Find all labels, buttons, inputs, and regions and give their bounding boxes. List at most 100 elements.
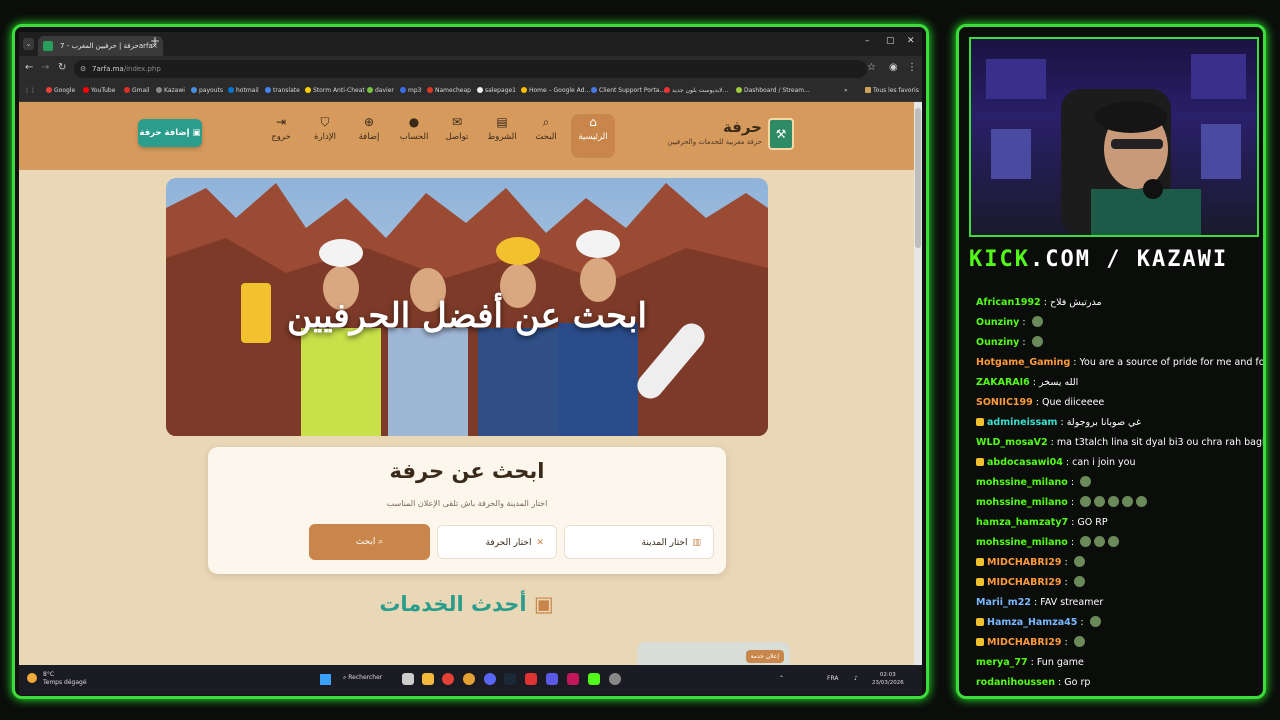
chat-username[interactable]: Hotgame_Gaming: [976, 357, 1070, 368]
back-button[interactable]: ←: [25, 62, 33, 73]
discord-icon[interactable]: [484, 673, 496, 685]
chat-username[interactable]: Ounziny: [976, 317, 1019, 328]
chat-username[interactable]: Ounziny: [976, 337, 1019, 348]
chat-username[interactable]: Marii_m22: [976, 597, 1031, 608]
volume-icon[interactable]: ♪: [854, 675, 858, 682]
bookmark-hotmail[interactable]: hotmail: [228, 87, 259, 94]
taskbar-search[interactable]: ⌕ Rechercher: [343, 674, 382, 682]
bookmark-storm[interactable]: Storm Anti-Cheat: [305, 87, 365, 94]
file-explorer-icon[interactable]: [422, 673, 434, 685]
service-card[interactable]: إعلان خدمة: [637, 642, 790, 665]
new-tab-button[interactable]: +: [150, 34, 160, 48]
bookmark-mp3[interactable]: mp3: [400, 87, 421, 94]
bookmark-youtube[interactable]: YouTube: [83, 87, 115, 94]
close-window-button[interactable]: ✕: [907, 36, 915, 46]
home-icon: ⌂: [589, 115, 597, 129]
bookmark-arabic[interactable]: لابديوست بلون جديد...: [664, 87, 728, 94]
bookmark-client-support[interactable]: Client Support Porta...: [591, 87, 665, 94]
bookmark-google[interactable]: Google: [46, 87, 75, 94]
city-select[interactable]: اختار المدينة ▥: [564, 525, 714, 559]
chat-username[interactable]: rodanihoussen: [976, 677, 1055, 688]
chat-username[interactable]: Hamza_Hamza45: [987, 617, 1077, 628]
nav-logout[interactable]: ⇥ خروج: [259, 114, 303, 158]
system-clock[interactable]: 02:03 23/03/2026: [872, 671, 904, 687]
all-bookmarks-folder[interactable]: Tous les favoris: [865, 87, 919, 94]
latest-services-heading: أحدث الخدمات ▣: [379, 592, 554, 616]
bookmark-translate[interactable]: translate: [265, 87, 300, 94]
tab-active[interactable]: ‏حرفة | حرفيين المغرب - 7arfa ×: [38, 36, 163, 56]
nav-search[interactable]: ⌕ البحث: [524, 114, 568, 158]
chat-username[interactable]: hamza_hamzaty7: [976, 517, 1068, 528]
emote-icon: [1089, 616, 1101, 627]
chat-username[interactable]: mohssine_milano: [976, 477, 1068, 488]
app-icon[interactable]: [588, 673, 600, 685]
search-icon: ⌕: [378, 537, 384, 547]
start-button[interactable]: [320, 674, 331, 685]
nav-contact[interactable]: ✉ تواصل: [435, 114, 479, 158]
app-icon[interactable]: [525, 673, 537, 685]
nav-account[interactable]: ● الحساب: [392, 114, 436, 158]
site-brand[interactable]: ⚒ حرفة حرفة مغربية للخدمات والحرفيين: [667, 116, 794, 156]
chat-username[interactable]: mohssine_milano: [976, 537, 1068, 548]
menu-icon[interactable]: ⋮: [907, 62, 917, 73]
steam-icon[interactable]: [504, 673, 516, 685]
add-craft-button[interactable]: إضافة حرفة ▣: [138, 119, 202, 147]
weather-widget[interactable]: 8°C Temps dégagé: [27, 671, 87, 687]
chrome-icon[interactable]: [442, 673, 454, 685]
chat-username[interactable]: WLD_mosaV2: [976, 437, 1048, 448]
more-bookmarks-icon[interactable]: »: [844, 87, 848, 94]
extensions-icon[interactable]: ◉: [889, 62, 898, 73]
scroll-thumb[interactable]: [915, 108, 921, 248]
tab-list-button[interactable]: ⌄: [23, 38, 34, 50]
bookmark-payouts[interactable]: payouts: [191, 87, 223, 94]
craft-select[interactable]: اختار الحرفة ✕: [437, 525, 557, 559]
emote-icon: [1031, 316, 1043, 327]
chat-username[interactable]: merya_77: [976, 657, 1028, 668]
bookmark-google-ads[interactable]: Home – Google Ad...: [521, 87, 590, 94]
chat-username[interactable]: MIDCHABRI29: [987, 577, 1061, 588]
bookmark-dashboard[interactable]: Dashboard / Stream...: [736, 87, 810, 94]
nav-admin[interactable]: ⛉ الإدارة: [303, 114, 347, 158]
bookmark-kazawi[interactable]: Kazawi: [156, 87, 185, 94]
apps-icon[interactable]: ⋮⋮: [24, 87, 36, 94]
chat-separator: :: [1032, 397, 1042, 408]
search-button[interactable]: ابحث ⌕: [309, 524, 430, 560]
minimize-button[interactable]: –: [865, 36, 870, 46]
chat-message: mohssine_milano :: [976, 533, 1263, 553]
bookmark-namecheap[interactable]: Namecheap: [427, 87, 471, 94]
chat-username[interactable]: abdocasawi04: [987, 457, 1063, 468]
chat-separator: :: [1067, 497, 1078, 508]
nav-add[interactable]: ⊕ إضافة: [347, 114, 391, 158]
shield-icon: ⛉: [320, 115, 330, 129]
chat-username[interactable]: admineissam: [987, 417, 1057, 428]
page-scrollbar[interactable]: [914, 102, 922, 665]
nav-home[interactable]: ⌂ الرئيسية: [571, 114, 615, 158]
bookmark-gmail[interactable]: Gmail: [124, 87, 150, 94]
bookmark-davier[interactable]: davier: [367, 87, 394, 94]
chat-username[interactable]: ZAKARAI6: [976, 377, 1030, 388]
task-view-icon[interactable]: [402, 673, 414, 685]
nav-terms[interactable]: ▤ الشروط: [480, 114, 524, 158]
reload-button[interactable]: ↻: [58, 62, 66, 73]
tray-chevron-icon[interactable]: ⌃: [779, 675, 784, 682]
chat-username[interactable]: SONIIC199: [976, 397, 1033, 408]
chat-message: mohssine_milano :: [976, 473, 1263, 493]
app-icon[interactable]: [609, 673, 621, 685]
chat-username[interactable]: African1992: [976, 297, 1041, 308]
emote-icon: [1122, 496, 1134, 507]
url-field[interactable]: ⚙ 7arfa.ma/index.php: [74, 60, 867, 78]
bookmark-salepage[interactable]: salepage1: [477, 87, 516, 94]
language-indicator[interactable]: FRA: [827, 675, 838, 682]
chrome-profile-icon[interactable]: [463, 673, 475, 685]
chat-username[interactable]: mohssine_milano: [976, 497, 1068, 508]
bookmark-star-icon[interactable]: ☆: [867, 62, 876, 73]
app-icon[interactable]: [567, 673, 579, 685]
forward-button[interactable]: →: [41, 62, 49, 73]
tools-icon: ✕: [536, 538, 544, 548]
chat-username[interactable]: MIDCHABRI29: [987, 557, 1061, 568]
app-icon[interactable]: [546, 673, 558, 685]
chat-username[interactable]: MIDCHABRI29: [987, 637, 1061, 648]
maximize-button[interactable]: ▢: [886, 36, 895, 46]
site-info-icon[interactable]: ⚙: [80, 60, 86, 78]
chat-text: You are a source of pride for me and for…: [1079, 357, 1266, 368]
